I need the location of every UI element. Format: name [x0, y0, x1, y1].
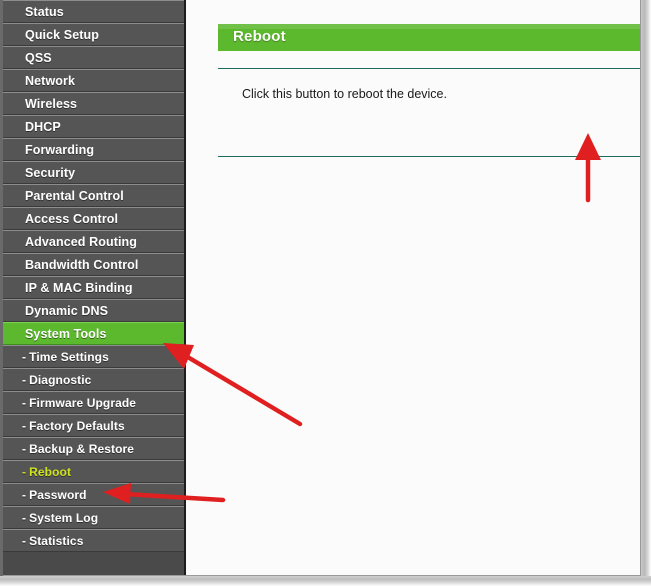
- sidebar-item-reboot[interactable]: - Reboot: [0, 460, 184, 483]
- sidebar-item-system-tools[interactable]: System Tools: [0, 322, 184, 345]
- page-title: Reboot: [233, 28, 286, 45]
- content-panel: Reboot Click this button to reboot the d…: [188, 0, 641, 576]
- sidebar-item-security[interactable]: Security: [0, 161, 184, 184]
- sidebar-item-label: Dynamic DNS: [25, 304, 109, 318]
- sidebar-item-label: Time Settings: [29, 350, 109, 364]
- sidebar-item-label: IP & MAC Binding: [25, 281, 133, 295]
- sidebar-item-label: Quick Setup: [25, 28, 100, 42]
- sidebar-item-forwarding[interactable]: Forwarding: [0, 138, 184, 161]
- sidebar-item-advanced-routing[interactable]: Advanced Routing: [0, 230, 184, 253]
- sidebar-item-label: Access Control: [25, 212, 119, 226]
- sidebar-item-label: Password: [29, 488, 87, 502]
- sidebar-item-label: Status: [25, 5, 64, 19]
- sub-item-dash: -: [22, 442, 27, 456]
- sidebar-item-label: System Tools: [25, 327, 107, 341]
- sidebar-item-label: System Log: [29, 511, 99, 525]
- sidebar-item-dynamic-dns[interactable]: Dynamic DNS: [0, 299, 184, 322]
- window-frame-bottom-shadow: [0, 576, 651, 586]
- sub-item-dash: -: [22, 511, 27, 525]
- sidebar-item-system-log[interactable]: - System Log: [0, 506, 184, 529]
- sidebar-item-label: DHCP: [25, 120, 61, 134]
- sidebar-item-quick-setup[interactable]: Quick Setup: [0, 23, 184, 46]
- sidebar-item-diagnostic[interactable]: - Diagnostic: [0, 368, 184, 391]
- sidebar-item-qss[interactable]: QSS: [0, 46, 184, 69]
- sidebar-item-label: Firmware Upgrade: [29, 396, 137, 410]
- sidebar-item-network[interactable]: Network: [0, 69, 184, 92]
- sidebar-item-label: Wireless: [25, 97, 78, 111]
- sidebar-item-label: Bandwidth Control: [25, 258, 139, 272]
- sidebar-item-status[interactable]: Status: [0, 0, 184, 23]
- page-header-bar: Reboot: [218, 24, 640, 51]
- sub-item-dash: -: [22, 373, 27, 387]
- sidebar-item-dhcp[interactable]: DHCP: [0, 115, 184, 138]
- sub-item-dash: -: [22, 488, 27, 502]
- sidebar-item-access-control[interactable]: Access Control: [0, 207, 184, 230]
- sidebar-item-label: Reboot: [29, 465, 72, 479]
- sidebar-item-list: Status Quick Setup QSS Network Wireless DHCP F…: [0, 0, 184, 552]
- sidebar-item-parental-control[interactable]: Parental Control: [0, 184, 184, 207]
- sidebar-item-label: Statistics: [29, 534, 84, 548]
- sidebar-item-label: Network: [25, 74, 76, 88]
- sub-item-dash: -: [22, 396, 27, 410]
- reboot-hint-text: Click this button to reboot the device.: [242, 87, 447, 101]
- window-frame-right-shadow: [641, 0, 651, 586]
- sidebar-item-bandwidth-control[interactable]: Bandwidth Control: [0, 253, 184, 276]
- sidebar-item-wireless[interactable]: Wireless: [0, 92, 184, 115]
- sub-item-dash: -: [22, 419, 27, 433]
- sidebar-item-password[interactable]: - Password: [0, 483, 184, 506]
- sidebar-item-backup-restore[interactable]: - Backup & Restore: [0, 437, 184, 460]
- sidebar-item-time-settings[interactable]: - Time Settings: [0, 345, 184, 368]
- sub-item-dash: -: [22, 465, 27, 479]
- sub-item-dash: -: [22, 350, 27, 364]
- sidebar-item-firmware-upgrade[interactable]: - Firmware Upgrade: [0, 391, 184, 414]
- sidebar-item-label: QSS: [25, 51, 52, 65]
- router-admin-screenshot: Status Quick Setup QSS Network Wireless DHCP F…: [0, 0, 651, 586]
- sidebar-item-label: Forwarding: [25, 143, 95, 157]
- sidebar-item-label: Parental Control: [25, 189, 124, 203]
- sidebar-item-statistics[interactable]: - Statistics: [0, 529, 184, 552]
- sidebar-item-label: Advanced Routing: [25, 235, 138, 249]
- sidebar-item-ip-mac-binding[interactable]: IP & MAC Binding: [0, 276, 184, 299]
- sidebar-navigation: Status Quick Setup QSS Network Wireless DHCP F…: [0, 0, 186, 576]
- sidebar-item-label: Diagnostic: [29, 373, 92, 387]
- divider-bottom: [218, 156, 640, 157]
- sub-item-dash: -: [22, 534, 27, 548]
- sidebar-item-factory-defaults[interactable]: - Factory Defaults: [0, 414, 184, 437]
- sidebar-left-edge: [0, 0, 3, 576]
- divider-top: [218, 68, 640, 69]
- sidebar-item-label: Factory Defaults: [29, 419, 125, 433]
- sidebar-item-label: Security: [25, 166, 76, 180]
- sidebar-item-label: Backup & Restore: [29, 442, 135, 456]
